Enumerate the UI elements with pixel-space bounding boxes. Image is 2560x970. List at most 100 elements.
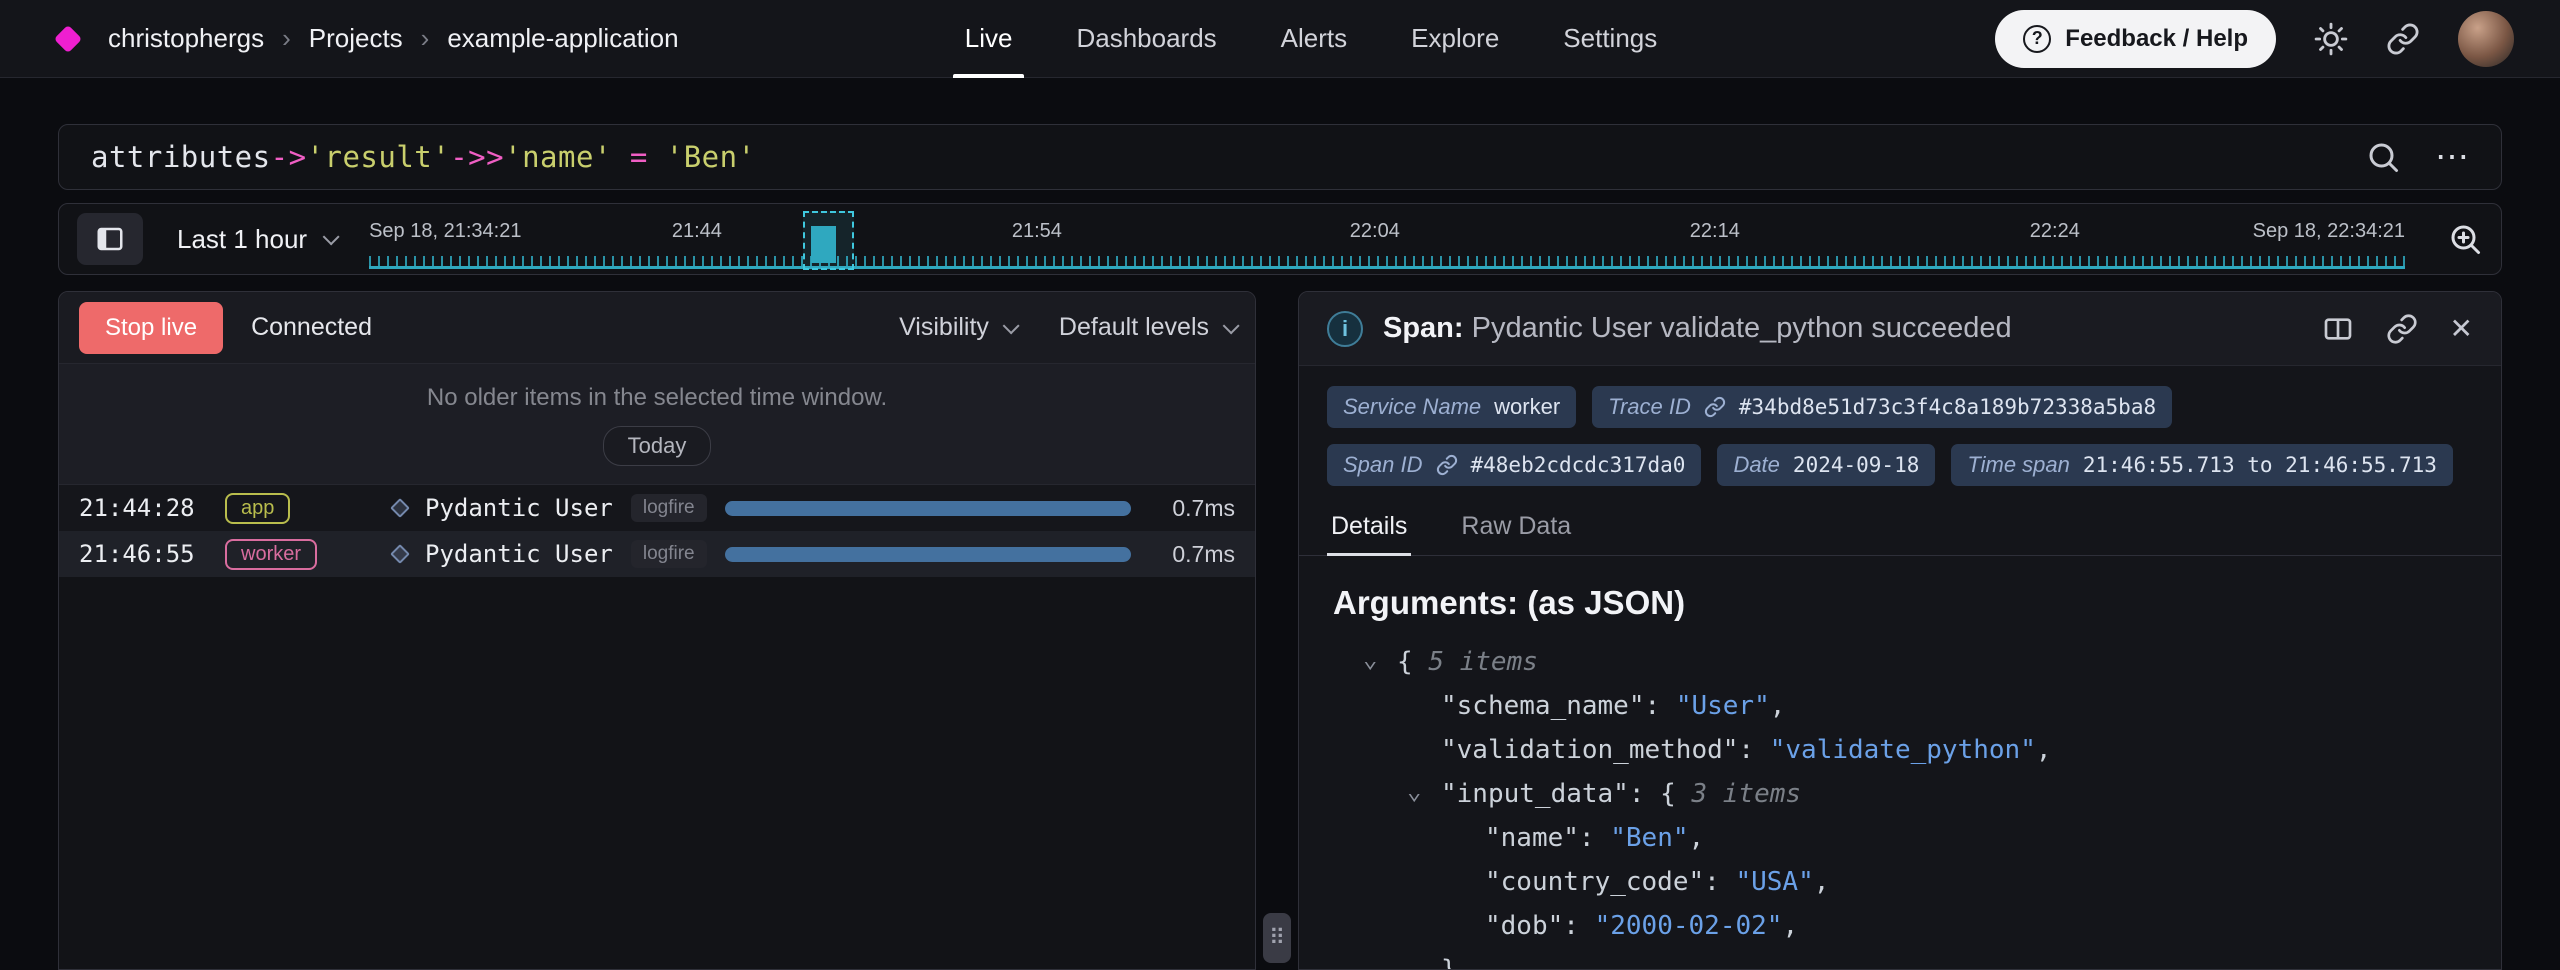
link-icon	[1436, 454, 1458, 476]
duration-bar[interactable]	[725, 547, 1131, 562]
chevron-down-icon	[1223, 317, 1240, 334]
timeline-selection[interactable]	[803, 211, 854, 270]
empty-window-message: No older items in the selected time wind…	[59, 384, 1255, 412]
json-line: }	[1333, 948, 2467, 969]
query-token: ->	[271, 140, 307, 174]
trace-duration: 0.7ms	[1149, 495, 1235, 522]
empty-window-section: No older items in the selected time wind…	[59, 364, 1255, 484]
json-line: "schema_name": "User",	[1333, 684, 2467, 728]
meta-pill-label: Trace ID	[1608, 394, 1691, 420]
json-token: "USA"	[1735, 867, 1813, 897]
query-code[interactable]: attributes->'result'->>'name' = 'Ben'	[91, 140, 756, 174]
breadcrumb-item[interactable]: christophergs	[108, 23, 264, 54]
json-token: :	[1563, 911, 1594, 941]
top-nav: christophergs › Projects › example-applicati…	[0, 0, 2560, 78]
nav-items: LiveDashboardsAlertsExploreSettings	[933, 0, 1689, 78]
today-button[interactable]: Today	[603, 426, 712, 466]
sidebar-toggle-button[interactable]	[77, 213, 143, 265]
nav-item-dashboards[interactable]: Dashboards	[1044, 0, 1248, 78]
main-area: Stop live Connected Visibility Default l…	[58, 291, 2502, 970]
json-token: "dob"	[1485, 911, 1563, 941]
time-range-select[interactable]: Last 1 hour	[177, 224, 335, 255]
meta-pill-date: Date2024-09-18	[1717, 444, 1935, 486]
duration-bar-track	[725, 547, 1131, 562]
json-token: "Ben"	[1610, 823, 1688, 853]
meta-pill-value: 2024-09-18	[1793, 453, 1919, 477]
json-token: "input_data"	[1441, 779, 1629, 809]
close-icon[interactable]: ✕	[2450, 312, 2473, 345]
nav-right: ? Feedback / Help	[1689, 10, 2514, 68]
json-token: "User"	[1676, 691, 1770, 721]
json-token: ,	[1689, 823, 1705, 853]
json-token: ,	[2036, 735, 2052, 765]
nav-item-live[interactable]: Live	[933, 0, 1045, 78]
trace-tag-column: app	[225, 493, 375, 524]
json-line: "validation_method": "validate_python",	[1333, 728, 2467, 772]
span-detail-panel: i Span: Pydantic User validate_python su…	[1298, 291, 2502, 970]
breadcrumb-separator-icon: ›	[282, 23, 291, 54]
trace-service-tag[interactable]: app	[225, 493, 290, 524]
copy-link-icon[interactable]	[2386, 313, 2418, 345]
feedback-help-button[interactable]: ? Feedback / Help	[1995, 10, 2276, 68]
json-line: "dob": "2000-02-02",	[1333, 904, 2467, 948]
span-title: Span: Pydantic User validate_python succ…	[1383, 312, 2012, 345]
stop-live-button[interactable]: Stop live	[79, 302, 223, 354]
resize-handle[interactable]: ⠿	[1263, 913, 1291, 963]
trace-tag-column: worker	[225, 539, 375, 570]
span-detail-header: i Span: Pydantic User validate_python su…	[1299, 292, 2501, 366]
trace-service-tag[interactable]: worker	[225, 539, 317, 570]
share-link-icon[interactable]	[2386, 22, 2420, 56]
theme-toggle-icon[interactable]	[2314, 22, 2348, 56]
query-token: 'name'	[504, 140, 612, 174]
timeline-bar: Last 1 hour Sep 18, 21:34:2121:4421:5422…	[58, 203, 2502, 275]
nav-item-alerts[interactable]: Alerts	[1249, 0, 1379, 78]
collapse-caret-icon[interactable]: ⌄	[1407, 769, 1421, 813]
meta-pill-trace-id[interactable]: Trace ID#34bd8e51d73c3f4c8a189b72338a5ba…	[1592, 386, 2172, 428]
tab-details[interactable]: Details	[1327, 506, 1411, 555]
trace-name: Pydantic User	[425, 494, 613, 522]
live-panel-empty-area	[59, 577, 1255, 969]
visibility-dropdown[interactable]: Visibility	[899, 313, 1015, 342]
trace-timestamp: 21:44:28	[79, 494, 207, 522]
nav-item-settings[interactable]: Settings	[1531, 0, 1689, 78]
meta-pill-span-id[interactable]: Span ID#48eb2cdcdc317da0	[1327, 444, 1701, 486]
json-token: ,	[1770, 691, 1786, 721]
info-icon: i	[1327, 311, 1363, 347]
breadcrumb-item[interactable]: example-application	[447, 23, 678, 54]
chevron-down-icon	[323, 228, 340, 245]
user-avatar[interactable]	[2458, 11, 2514, 67]
timeline-tick-label: 21:54	[1012, 220, 1062, 243]
json-token: "schema_name"	[1441, 691, 1645, 721]
timeline-tick-label: Sep 18, 22:34:21	[2253, 220, 2405, 243]
visibility-label: Visibility	[899, 313, 989, 342]
default-levels-label: Default levels	[1059, 313, 1209, 342]
expand-view-icon[interactable]	[2322, 313, 2354, 345]
logfire-logo-icon[interactable]	[54, 24, 82, 52]
trace-row[interactable]: 21:46:55workerPydantic Userlogfire0.7ms	[59, 531, 1255, 577]
breadcrumb-separator-icon: ›	[421, 23, 430, 54]
logfire-badge: logfire	[631, 494, 707, 522]
chevron-down-icon	[1003, 317, 1020, 334]
timeline-tick-label: 22:04	[1350, 220, 1400, 243]
query-bar[interactable]: attributes->'result'->>'name' = 'Ben' ⋯	[58, 124, 2502, 190]
breadcrumb-item[interactable]: Projects	[309, 23, 403, 54]
trace-row[interactable]: 21:44:28 app Pydantic User logfire 0.7ms	[59, 485, 1255, 531]
json-token: "name"	[1485, 823, 1579, 853]
search-icon[interactable]	[2365, 139, 2401, 175]
duration-bar[interactable]	[725, 501, 1131, 516]
tab-raw-data[interactable]: Raw Data	[1457, 506, 1575, 555]
json-token: : {	[1629, 779, 1692, 809]
query-token: 'Ben'	[666, 140, 756, 174]
collapse-caret-icon[interactable]: ⌄	[1363, 637, 1377, 681]
nav-item-explore[interactable]: Explore	[1379, 0, 1531, 78]
query-token: =	[612, 140, 666, 174]
meta-pill-service-name: Service Nameworker	[1327, 386, 1576, 428]
json-token: :	[1645, 691, 1676, 721]
timeline-ruler[interactable]: Sep 18, 21:34:2121:4421:5422:0422:1422:2…	[369, 204, 2405, 274]
default-levels-dropdown[interactable]: Default levels	[1059, 313, 1235, 342]
zoom-in-icon[interactable]	[2447, 221, 2483, 257]
live-panel: Stop live Connected Visibility Default l…	[58, 291, 1256, 970]
meta-pill-value: 21:46:55.713 to 21:46:55.713	[2083, 453, 2437, 477]
more-options-icon[interactable]: ⋯	[2435, 140, 2469, 174]
timeline-tick-label: 21:44	[672, 220, 722, 243]
